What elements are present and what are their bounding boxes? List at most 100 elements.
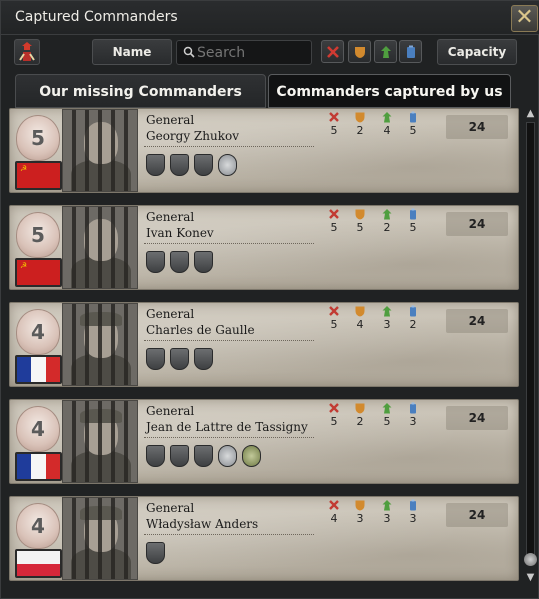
shield-trait-icon[interactable] [146,154,165,176]
attack-value: 5 [330,318,338,331]
shield-trait-icon[interactable] [146,348,165,370]
shield-trait-icon[interactable] [170,445,189,467]
scroll-down-icon[interactable]: ▼ [524,572,537,584]
logistics-icon [405,111,421,123]
shield-trait-icon[interactable] [146,251,165,273]
shield-trait-icon[interactable] [170,154,189,176]
planning-stat: 5 [379,402,395,428]
commander-card[interactable]: 5 ☭ General Ivan Konev 5 5 2 5 24 [9,205,519,290]
logistics-value: 5 [409,221,417,234]
defense-icon [352,111,368,123]
commander-name: Georgy Zhukov [146,129,239,143]
name-divider [144,437,314,438]
defense-value: 5 [356,221,364,234]
scroll-thumb[interactable] [524,553,537,566]
search-box[interactable] [176,40,312,65]
defense-stat: 5 [352,208,368,234]
country-flag [15,549,62,578]
scrollbar[interactable]: ▲ ▼ [523,108,538,588]
logistics-value: 2 [409,318,417,331]
commander-rank: General [146,307,195,321]
logistics-icon [405,499,421,511]
commander-name: Ivan Konev [146,226,214,240]
captured-commanders-window: Captured Commanders ✕ Name Search Capaci… [0,0,539,599]
medal-trait-icon[interactable] [218,445,237,467]
commander-card[interactable]: 5 ☭ General Georgy Zhukov 5 2 4 5 24 [9,108,519,193]
defense-icon [352,208,368,220]
planning-value: 3 [383,512,391,525]
shield-trait-icon[interactable] [194,154,213,176]
planning-icon [379,305,395,317]
logistics-icon [405,305,421,317]
commander-card[interactable]: 4 General Charles de Gaulle 5 4 3 2 24 [9,302,519,387]
attack-stat: 5 [326,111,342,137]
commander-name: Jean de Lattre de Tassigny [146,420,308,434]
planning-icon [379,111,395,123]
attack-icon [326,111,342,123]
planning-value: 4 [383,124,391,137]
shield-trait-icon[interactable] [170,348,189,370]
commander-card[interactable]: 4 General Władysław Anders 4 3 3 3 24 [9,496,519,581]
close-icon: ✕ [515,5,534,30]
defense-value: 3 [356,512,364,525]
logistics-value: 5 [409,124,417,137]
release-commander-button[interactable] [14,39,40,65]
name-divider [144,243,314,244]
prison-bars [63,304,137,385]
scroll-up-icon[interactable]: ▲ [524,108,537,120]
logistics-stat: 2 [405,305,421,331]
skill-level-badge: 4 [16,503,60,549]
attack-icon [326,305,342,317]
filter-attack-button[interactable] [321,40,344,63]
commander-card[interactable]: 4 General Jean de Lattre de Tassigny 5 2 [9,399,519,484]
attack-value: 4 [330,512,338,525]
planning-stat: 3 [379,305,395,331]
shield-trait-icon[interactable] [170,251,189,273]
tab-our-missing-commanders[interactable]: Our missing Commanders [15,74,266,108]
shield-trait-icon[interactable] [146,542,165,564]
capacity-value: 24 [446,115,508,139]
attack-icon [326,499,342,511]
defense-icon [352,402,368,414]
shield-trait-icon[interactable] [146,445,165,467]
filter-planning-button[interactable] [374,40,397,63]
defense-value: 2 [356,415,364,428]
capacity-button[interactable]: Capacity [437,39,517,65]
filter-logistics-button[interactable] [399,40,422,63]
prison-bars [63,110,137,191]
commander-portrait[interactable] [62,497,138,580]
skill-level-badge: 5 [16,115,60,161]
defense-value: 2 [356,124,364,137]
defense-value: 4 [356,318,364,331]
planning-value: 5 [383,415,391,428]
commander-portrait[interactable] [62,206,138,289]
tab-commanders-captured-by-us[interactable]: Commanders captured by us [268,74,511,108]
commander-portrait[interactable] [62,400,138,483]
country-flag: ☭ [15,161,62,190]
planning-icon [379,499,395,511]
planning-stat: 4 [379,111,395,137]
commander-portrait[interactable] [62,303,138,386]
filter-defense-button[interactable] [348,40,371,63]
attack-value: 5 [330,221,338,234]
logistics-stat: 5 [405,208,421,234]
sort-by-name-button[interactable]: Name [92,39,172,65]
shield-trait-icon[interactable] [194,251,213,273]
commander-portrait[interactable] [62,109,138,192]
logistics-value: 3 [409,512,417,525]
scroll-track[interactable] [526,122,535,562]
planning-value: 2 [383,221,391,234]
attack-icon [326,45,339,58]
capacity-value: 24 [446,212,508,236]
logistics-stat: 5 [405,111,421,137]
defense-icon [352,305,368,317]
defense-stat: 3 [352,499,368,525]
medal-trait-icon[interactable] [218,154,237,176]
shield-trait-icon[interactable] [194,348,213,370]
country-flag: ☭ [15,258,62,287]
close-button[interactable]: ✕ [511,5,538,32]
shield-trait-icon[interactable] [194,445,213,467]
defense-icon [354,46,365,58]
medal2-trait-icon[interactable] [242,445,261,467]
search-input[interactable] [197,43,307,63]
